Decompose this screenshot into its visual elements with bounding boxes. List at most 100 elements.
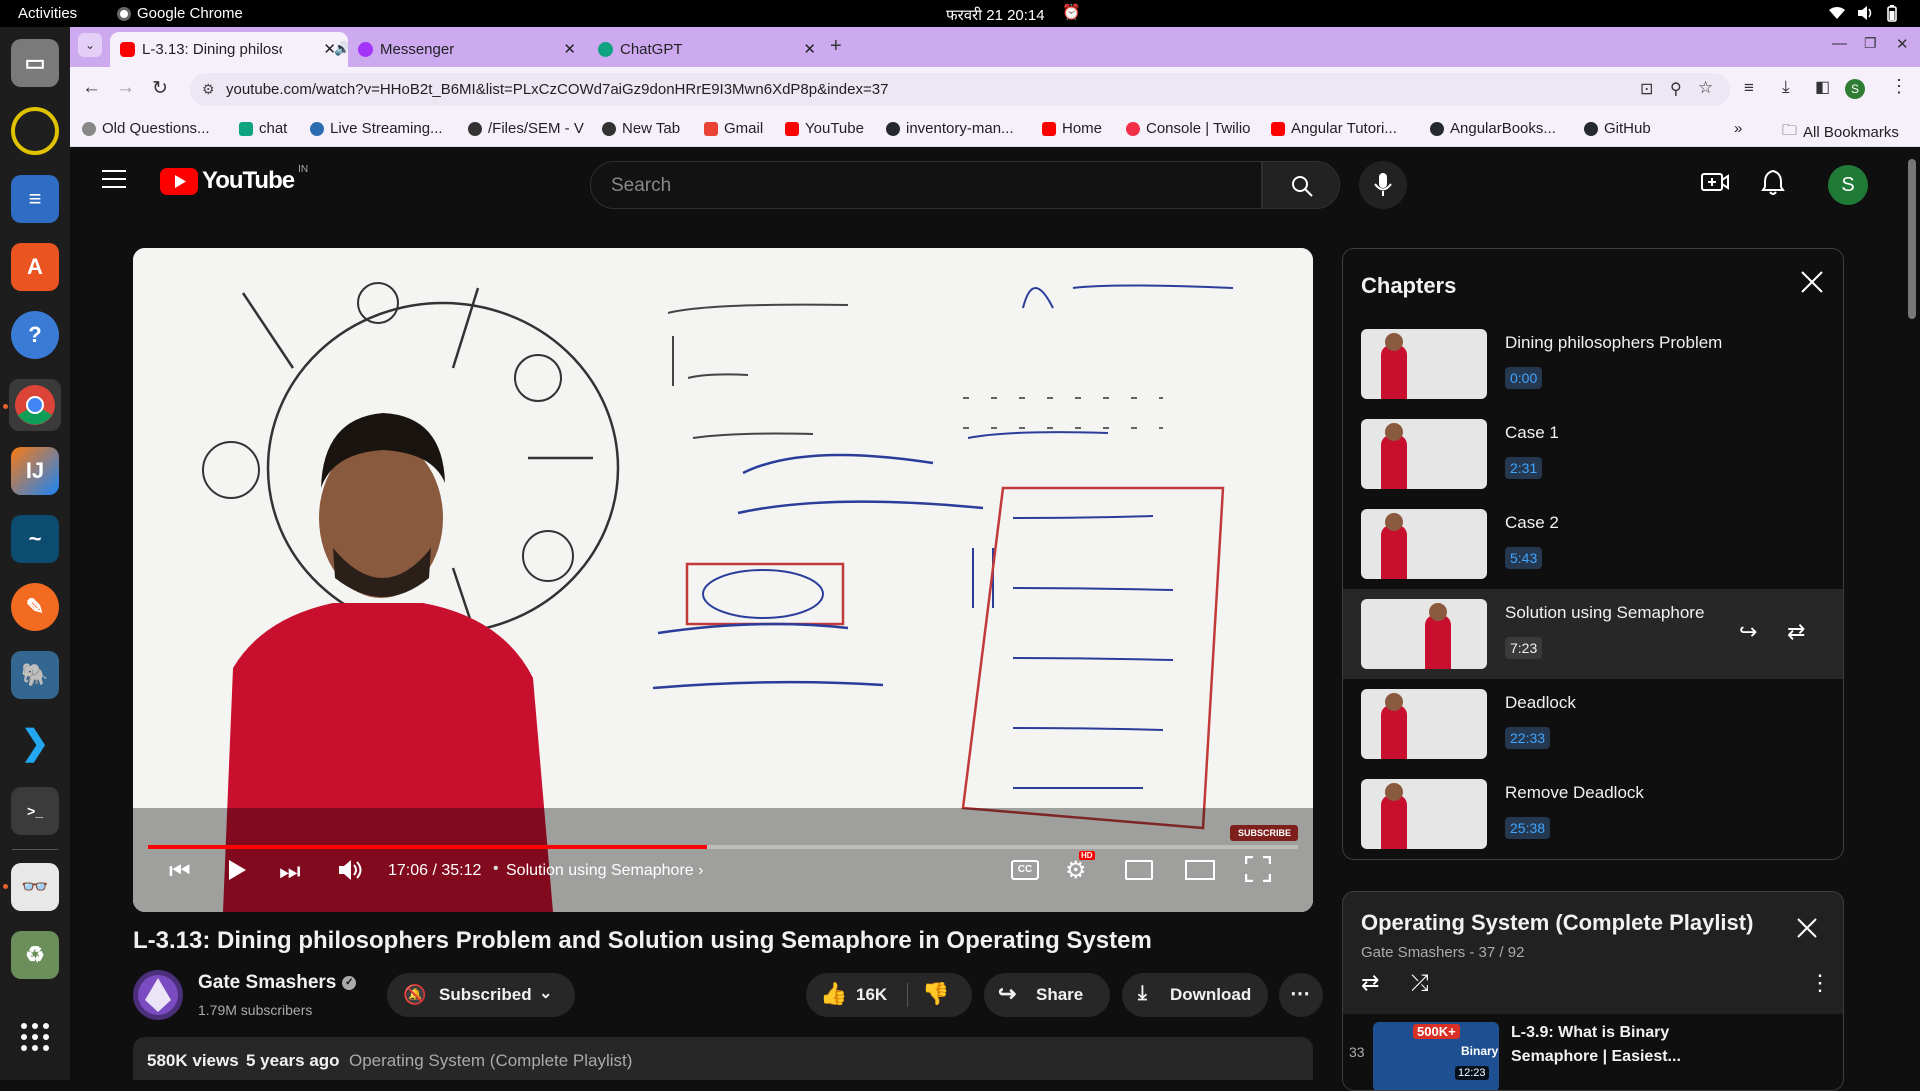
tab-close-icon[interactable]: ✕ bbox=[803, 40, 816, 58]
tab-close-icon[interactable]: ✕ bbox=[323, 40, 336, 58]
miniplayer-icon[interactable] bbox=[1125, 860, 1153, 880]
search-button[interactable] bbox=[1262, 161, 1340, 209]
bookmark-item[interactable]: GitHub bbox=[1584, 120, 1651, 137]
bookmark-item[interactable]: Gmail bbox=[704, 120, 763, 137]
user-avatar[interactable]: S bbox=[1828, 165, 1868, 205]
playlist-menu-icon[interactable]: ⋮ bbox=[1809, 970, 1831, 996]
active-app-menu[interactable]: Google Chrome bbox=[117, 5, 243, 22]
minimize-window-button[interactable]: — bbox=[1832, 35, 1847, 52]
files-icon[interactable]: ▭ bbox=[11, 39, 59, 87]
bookmark-item[interactable]: Home bbox=[1042, 120, 1102, 137]
downloads-icon[interactable]: ⤓ bbox=[1782, 77, 1790, 97]
subscribe-watermark[interactable]: SUBSCRIBE bbox=[1238, 828, 1291, 838]
media-controls-icon[interactable]: ≡ bbox=[1744, 78, 1754, 98]
zoom-icon[interactable]: ⚲ bbox=[1670, 79, 1682, 99]
tab-close-icon[interactable]: ✕ bbox=[563, 40, 576, 58]
close-chapters-icon[interactable] bbox=[1799, 269, 1825, 300]
volume-control-icon[interactable] bbox=[337, 858, 363, 887]
like-icon[interactable]: 👍 bbox=[820, 981, 847, 1007]
new-tab-button[interactable]: + bbox=[830, 35, 842, 58]
chapter-item[interactable]: Remove Deadlock 25:38 bbox=[1343, 769, 1843, 859]
bookmark-item[interactable]: YouTube bbox=[785, 120, 864, 137]
description-box[interactable]: 580K views 5 years ago Operating System … bbox=[133, 1037, 1313, 1080]
battery-icon[interactable] bbox=[1884, 5, 1900, 26]
bookmark-item[interactable]: Old Questions... bbox=[82, 120, 210, 137]
chapter-item[interactable]: Case 2 5:43 bbox=[1343, 499, 1843, 589]
more-actions-button[interactable]: ⋯ bbox=[1279, 973, 1323, 1017]
trash-icon[interactable]: ♻ bbox=[11, 931, 59, 979]
profile-avatar[interactable]: S bbox=[1845, 79, 1865, 99]
chapter-item-active[interactable]: Solution using Semaphore 7:23 ↪ ⇄ bbox=[1343, 589, 1843, 679]
activities-button[interactable]: Activities bbox=[18, 5, 77, 22]
side-panel-icon[interactable]: ◧ bbox=[1815, 77, 1830, 97]
close-window-button[interactable]: ✕ bbox=[1896, 35, 1909, 53]
playlist-hashtag-link[interactable]: Operating System (Complete Playlist) bbox=[349, 1051, 632, 1071]
playlist-title[interactable]: Operating System (Complete Playlist) bbox=[1361, 910, 1753, 936]
tab-chatgpt[interactable]: ChatGPT ✕ bbox=[588, 32, 828, 67]
clock[interactable]: फरवरी 21 20:14 bbox=[946, 5, 1045, 25]
app-center-icon[interactable]: A bbox=[11, 243, 59, 291]
chapter-timestamp[interactable]: 25:38 bbox=[1505, 817, 1551, 839]
bookmark-item[interactable]: inventory-man... bbox=[886, 120, 1014, 137]
postman-icon[interactable]: ✎ bbox=[11, 583, 59, 631]
intellij-icon[interactable]: IJ bbox=[11, 447, 59, 495]
terminal-icon[interactable]: >_ bbox=[11, 787, 59, 835]
maximize-window-button[interactable]: ❐ bbox=[1864, 35, 1877, 52]
bookmark-item[interactable]: Console | Twilio bbox=[1126, 120, 1251, 137]
wifi-icon[interactable] bbox=[1828, 5, 1846, 25]
share-chapter-icon[interactable]: ↪ bbox=[1739, 619, 1757, 645]
current-chapter-button[interactable]: Solution using Semaphore › bbox=[506, 862, 703, 880]
previous-icon[interactable]: ⏮ bbox=[169, 858, 191, 886]
chapter-item[interactable]: Case 1 2:31 bbox=[1343, 409, 1843, 499]
loop-chapter-icon[interactable]: ⇄ bbox=[1787, 619, 1805, 645]
bookmark-item[interactable]: AngularBooks... bbox=[1430, 120, 1556, 137]
tab-messenger[interactable]: Messenger ✕ bbox=[348, 32, 588, 67]
youtube-logo[interactable]: YouTube IN bbox=[160, 164, 308, 195]
close-playlist-icon[interactable] bbox=[1795, 916, 1819, 945]
create-video-icon[interactable] bbox=[1701, 171, 1729, 198]
vscode-icon[interactable]: ❯ bbox=[11, 719, 59, 767]
chapter-timestamp[interactable]: 22:33 bbox=[1505, 727, 1551, 749]
site-info-icon[interactable]: ⚙ bbox=[202, 81, 215, 98]
document-viewer-icon[interactable]: 👓 bbox=[11, 863, 59, 911]
play-icon[interactable] bbox=[227, 859, 247, 886]
mysql-workbench-icon[interactable]: ~ bbox=[11, 515, 59, 563]
voice-search-button[interactable] bbox=[1359, 161, 1407, 209]
address-bar[interactable]: ⚙ youtube.com/watch?v=HHoB2t_B6MI&list=P… bbox=[190, 73, 1730, 106]
volume-icon[interactable] bbox=[1856, 5, 1874, 25]
back-icon[interactable]: ← bbox=[82, 77, 101, 99]
progress-bar[interactable] bbox=[148, 845, 1298, 849]
settings-gear-icon[interactable]: ⚙ bbox=[1065, 856, 1087, 885]
help-icon[interactable]: ? bbox=[11, 311, 59, 359]
bookmark-star-icon[interactable]: ☆ bbox=[1698, 78, 1713, 98]
chrome-menu-icon[interactable]: ⋮ bbox=[1890, 76, 1908, 97]
bookmark-item[interactable]: Live Streaming... bbox=[310, 120, 443, 137]
bookmark-item[interactable]: Angular Tutori... bbox=[1271, 120, 1397, 137]
chapter-timestamp[interactable]: 5:43 bbox=[1505, 547, 1543, 569]
theater-mode-icon[interactable] bbox=[1185, 860, 1215, 880]
reload-icon[interactable]: ↻ bbox=[152, 77, 168, 100]
channel-name-link[interactable]: Gate Smashers ✓ bbox=[198, 972, 357, 994]
forward-icon[interactable]: → bbox=[116, 77, 135, 99]
url-text[interactable]: youtube.com/watch?v=HHoB2t_B6MI&list=PLx… bbox=[226, 81, 888, 98]
captions-icon[interactable]: CC bbox=[1011, 860, 1039, 880]
subscribed-button[interactable]: 🔕 Subscribed ⌄ bbox=[387, 973, 575, 1017]
dislike-icon[interactable]: 👎 bbox=[922, 981, 949, 1007]
install-app-icon[interactable]: ⊡ bbox=[1640, 79, 1653, 99]
writer-icon[interactable]: ≡ bbox=[11, 175, 59, 223]
notifications-bell-icon[interactable] bbox=[1761, 169, 1785, 200]
page-scrollbar[interactable] bbox=[1908, 159, 1916, 319]
channel-avatar[interactable] bbox=[133, 970, 183, 1020]
tab-youtube[interactable]: L-3.13: Dining philoso 🔊 ✕ bbox=[110, 32, 350, 67]
video-player[interactable]: SUBSCRIBE ⏮ ⏭ 17:06 / 35:12 • Solution u… bbox=[133, 248, 1313, 912]
chapter-item[interactable]: Dining philosophers Problem 0:00 bbox=[1343, 319, 1843, 409]
loop-playlist-icon[interactable]: ⇄ bbox=[1361, 970, 1379, 996]
chapter-timestamp[interactable]: 7:23 bbox=[1505, 637, 1543, 659]
search-box[interactable]: Search bbox=[590, 161, 1262, 209]
next-icon[interactable]: ⏭ bbox=[279, 858, 301, 886]
more-bookmarks-icon[interactable]: » bbox=[1734, 120, 1742, 137]
bookmark-item[interactable]: /Files/SEM - V bbox=[468, 120, 584, 137]
bookmark-item[interactable]: New Tab bbox=[602, 120, 680, 137]
rhythmbox-icon[interactable] bbox=[11, 107, 59, 155]
all-bookmarks-button[interactable]: 🗀 All Bookmarks bbox=[1782, 120, 1899, 145]
